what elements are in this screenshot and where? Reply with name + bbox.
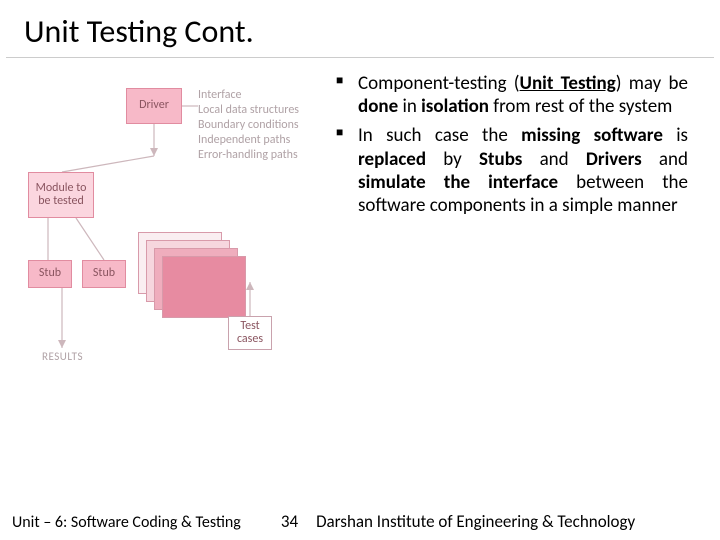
text-column: Component-testing (Unit Testing) may be …: [330, 72, 710, 382]
diagram-side-list: InterfaceLocal data structuresBoundary c…: [198, 88, 328, 163]
footer-institute: Darshan Institute of Engineering & Techn…: [316, 511, 710, 532]
footer-unit: Unit – 6: Software Coding & Testing: [12, 513, 241, 532]
bullet-item-1: In such case the missing software is rep…: [336, 124, 688, 217]
diagram-results-label: RESULTS: [42, 350, 83, 364]
slide-footer: Unit – 6: Software Coding & Testing 34 D…: [0, 505, 720, 540]
diagram-box-stub-2: Stub: [82, 260, 126, 288]
bullet-list: Component-testing (Unit Testing) may be …: [336, 72, 688, 217]
bullet-item-0: Component-testing (Unit Testing) may be …: [336, 72, 688, 118]
diagram-box-driver: Driver: [126, 88, 182, 124]
unit-test-diagram: Driver Module to be tested Stub Stub Tes…: [18, 72, 318, 382]
content-area: Driver Module to be tested Stub Stub Tes…: [0, 58, 720, 382]
diagram-box-stub-1: Stub: [28, 260, 72, 288]
footer-page-number: 34: [281, 511, 298, 532]
diagram-box-module: Module to be tested: [28, 172, 94, 218]
slide-title: Unit Testing Cont.: [6, 0, 714, 58]
diagram-box-testcases: Test cases: [228, 316, 272, 350]
diagram-column: Driver Module to be tested Stub Stub Tes…: [10, 72, 330, 382]
diagram-card-4: [162, 256, 246, 318]
